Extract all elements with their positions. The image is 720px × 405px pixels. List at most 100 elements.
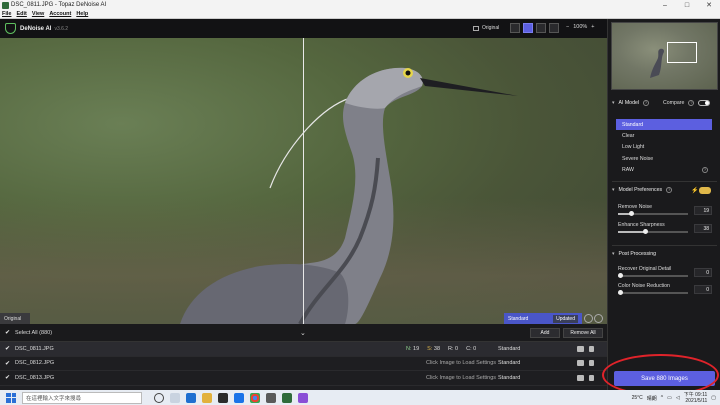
- side-by-side-view-button[interactable]: [536, 23, 546, 33]
- tray-chevron-icon[interactable]: ^: [661, 395, 663, 401]
- lightning-icon: ⚡: [691, 188, 699, 194]
- load-settings-hint: Click Image to Load Settings: [426, 360, 497, 367]
- split-divider[interactable]: [303, 38, 304, 324]
- original-label: Original: [482, 25, 500, 31]
- remove-noise-slider[interactable]: [618, 211, 688, 216]
- noise-label: N:: [406, 345, 412, 352]
- select-all-checkbox[interactable]: ✔: [5, 329, 10, 336]
- file-row[interactable]: ✔ DSC_0812.JPG Click Image to Load Setti…: [0, 357, 607, 372]
- model-preferences-title: Model Preferences: [618, 187, 663, 193]
- mail-icon[interactable]: [234, 392, 244, 403]
- network-icon[interactable]: ▭: [667, 395, 672, 401]
- chrome-icon[interactable]: [250, 392, 260, 403]
- trash-icon[interactable]: [589, 360, 594, 367]
- row-model: Standard: [498, 345, 521, 352]
- compare-control[interactable]: Compare ?: [663, 100, 711, 106]
- post-processing-header[interactable]: ▾ Post Processing: [612, 251, 656, 257]
- menu-account[interactable]: Account: [49, 11, 71, 17]
- row-checkbox[interactable]: ✔: [5, 360, 10, 367]
- menu-view[interactable]: View: [32, 11, 44, 17]
- zoom-value[interactable]: 100%: [573, 24, 587, 30]
- navigator-thumbnail[interactable]: [611, 22, 718, 90]
- close-button[interactable]: ✕: [698, 1, 720, 9]
- slider-knob[interactable]: [618, 290, 623, 295]
- menu-help[interactable]: Help: [76, 11, 88, 17]
- enhance-sharpness-value[interactable]: 38: [694, 224, 712, 233]
- camera-icon[interactable]: [577, 345, 584, 352]
- file-row[interactable]: ✔ DSC_0811.JPG N: 19 S: 38 R: 0 C: 0 Sta…: [0, 342, 607, 357]
- file-row[interactable]: ✔ DSC_0813.JPG Click Image to Load Setti…: [0, 371, 607, 386]
- model-preferences-header[interactable]: ▾ Model Preferences ?: [612, 187, 673, 193]
- select-all-label[interactable]: Select All (880): [15, 330, 52, 336]
- compare-toggle[interactable]: [698, 100, 711, 106]
- app-icon: [2, 1, 9, 9]
- recover-detail-value[interactable]: 0: [694, 268, 712, 277]
- menu-file[interactable]: File: [2, 11, 11, 17]
- original-toggle-button[interactable]: Original: [469, 23, 503, 33]
- color-noise-value[interactable]: 0: [694, 285, 712, 294]
- windows-start-icon[interactable]: [5, 392, 17, 404]
- weather: 晴朗: [646, 395, 657, 402]
- enhance-sharpness-slider[interactable]: [618, 229, 688, 234]
- slider-knob[interactable]: [643, 229, 648, 234]
- refresh-ring-icon[interactable]: [594, 314, 603, 323]
- auto-toggle[interactable]: [699, 187, 711, 194]
- camera-icon[interactable]: [577, 374, 584, 381]
- help-icon[interactable]: ?: [643, 100, 649, 106]
- comparison-view-button[interactable]: [549, 23, 559, 33]
- maximize-button[interactable]: □: [676, 2, 698, 9]
- model-option-clear[interactable]: Clear: [616, 130, 712, 141]
- viewport-rectangle[interactable]: [667, 42, 697, 63]
- task-view-icon[interactable]: [170, 392, 180, 403]
- volume-icon[interactable]: ◁: [676, 395, 680, 401]
- row-settings: N: 19 S: 38 R: 0 C: 0: [406, 346, 476, 352]
- row-checkbox[interactable]: ✔: [5, 345, 10, 352]
- help-icon[interactable]: ?: [688, 100, 695, 106]
- image-viewer[interactable]: [0, 38, 607, 324]
- menu-edit[interactable]: Edit: [16, 11, 26, 17]
- app-icon[interactable]: [266, 392, 276, 403]
- model-option-low-light[interactable]: Low Light: [616, 142, 712, 153]
- help-icon[interactable]: ?: [702, 166, 708, 173]
- store-icon[interactable]: [218, 392, 228, 403]
- enhance-sharpness-label: Enhance Sharpness: [618, 222, 665, 228]
- denoise-taskbar-icon[interactable]: [282, 392, 292, 403]
- ai-model-title: AI Model: [618, 100, 639, 106]
- trash-icon[interactable]: [589, 374, 594, 381]
- slider-knob[interactable]: [629, 211, 634, 216]
- single-view-button[interactable]: [510, 23, 520, 33]
- collapse-caret-icon: ▾: [612, 251, 615, 257]
- model-option-standard[interactable]: Standard: [616, 119, 712, 131]
- model-option-severe-noise[interactable]: Severe Noise: [616, 153, 712, 164]
- file-explorer-icon[interactable]: [202, 392, 212, 403]
- row-checkbox[interactable]: ✔: [5, 374, 10, 381]
- chevron-down-icon[interactable]: ⌄: [300, 329, 306, 337]
- cortana-icon[interactable]: [154, 392, 164, 403]
- add-button[interactable]: Add: [530, 328, 560, 338]
- notification-icon[interactable]: ▢: [711, 395, 716, 401]
- camera-icon[interactable]: [577, 360, 584, 367]
- divider: [612, 181, 717, 182]
- minimize-button[interactable]: –: [654, 2, 676, 9]
- app-version: v3.6.2: [54, 25, 69, 32]
- row-model: Standard: [498, 360, 521, 367]
- model-option-raw-label: RAW: [622, 166, 634, 173]
- taskbar-search-input[interactable]: 在這裡輸入文字來搜尋: [22, 391, 142, 404]
- help-icon[interactable]: ?: [666, 187, 673, 193]
- edge-icon[interactable]: [186, 392, 196, 403]
- color-noise-slider[interactable]: [618, 290, 688, 295]
- model-option-raw[interactable]: RAW ?: [616, 164, 712, 175]
- recover-detail-slider[interactable]: [618, 273, 688, 278]
- photos-icon[interactable]: [298, 392, 308, 403]
- compare-ring-icon[interactable]: [584, 314, 593, 323]
- zoom-out-button[interactable]: −: [566, 24, 569, 30]
- remove-all-button[interactable]: Remove All: [563, 328, 603, 338]
- remove-noise-value[interactable]: 19: [694, 206, 712, 215]
- trash-icon[interactable]: [589, 345, 594, 352]
- split-view-button[interactable]: [523, 23, 533, 33]
- slider-knob[interactable]: [618, 273, 623, 278]
- clock[interactable]: 下午 09:11 2021/5/11: [684, 392, 708, 404]
- thumbnail-heron: [650, 48, 664, 78]
- zoom-in-button[interactable]: +: [591, 24, 594, 30]
- ai-model-header[interactable]: ▾ AI Model ?: [612, 100, 649, 106]
